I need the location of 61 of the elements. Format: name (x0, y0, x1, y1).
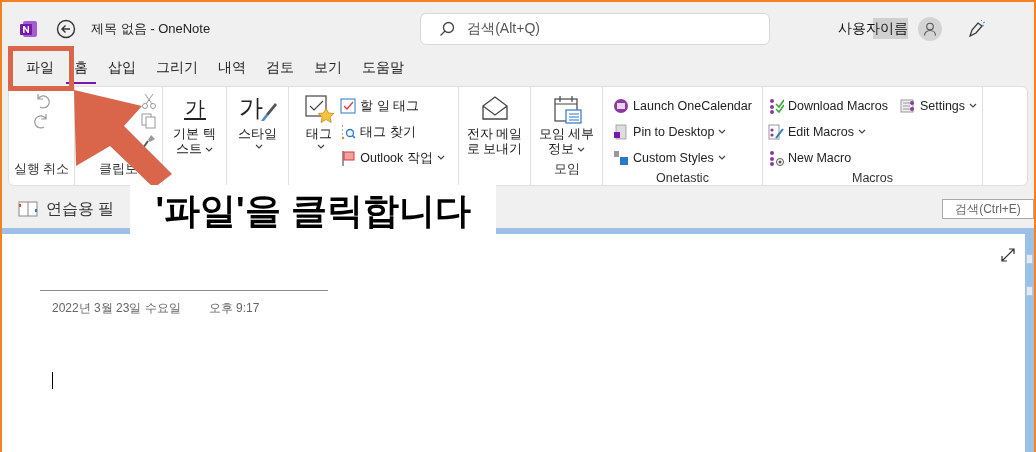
settings-list-icon (899, 98, 916, 114)
ribbon-tab[interactable]: 파일 (18, 55, 62, 84)
ribbon-button[interactable]: 가 스타일 (236, 91, 279, 150)
page-time: 오후 9:17 (208, 300, 260, 317)
ribbon-button[interactable]: Download Macros (767, 95, 890, 117)
ribbon-tab[interactable]: 삽입 (100, 55, 144, 84)
window-title: 제목 없음 - OneNote (91, 19, 211, 38)
ribbon-button[interactable]: 태그 (302, 91, 337, 150)
onenote-logo-icon (20, 19, 38, 38)
ribbon-button[interactable]: 가 기본 텍스트 (169, 91, 220, 157)
redo-button[interactable] (33, 113, 50, 129)
instruction-caption: '파일'을 클릭합니다 (130, 185, 496, 237)
ribbon-button[interactable]: New Macro (767, 147, 890, 169)
group-label: Macros (852, 170, 893, 187)
section-tab[interactable]: 연습용 필 (46, 197, 115, 221)
ribbon-button[interactable]: 할 일 태그 (340, 95, 445, 117)
ribbon-tab[interactable]: 검토 (258, 55, 302, 84)
ribbon-tab[interactable]: 홈 (66, 55, 96, 84)
macro-edit-icon (767, 124, 784, 140)
search-placeholder: 검색(Alt+Q) (467, 19, 540, 38)
notebook-icon[interactable] (18, 201, 38, 217)
ribbon-tab[interactable]: 그리기 (148, 55, 206, 84)
cut-button[interactable] (140, 93, 157, 109)
ribbon-tab[interactable]: 도움말 (354, 55, 412, 84)
ribbon-tab[interactable]: 보기 (306, 55, 350, 84)
ribbon-button[interactable]: Custom Styles (613, 147, 752, 169)
group-label: Onetastic (656, 170, 709, 187)
ribbon-button[interactable]: Outlook 작업 (340, 147, 445, 169)
page-date: 2022년 3월 23일 수요일 (52, 300, 181, 317)
search-icon (439, 20, 456, 37)
macro-check-icon (767, 98, 784, 114)
style-icon (613, 150, 630, 166)
ribbon-button[interactable]: 태그 찾기 (340, 121, 445, 143)
ribbon-button[interactable]: 전자 메일로 보내기 (464, 91, 525, 157)
macro-new-icon (767, 150, 784, 166)
ribbon-button[interactable]: 모임 세부 정보 (533, 91, 600, 157)
text-cursor (52, 372, 53, 389)
search-field[interactable]: 검색(Alt+Q) (420, 12, 771, 45)
pin-page-icon (613, 124, 630, 140)
page-search-field[interactable]: 검색(Ctrl+E) (942, 199, 1034, 219)
user-name: 사용자이름 (838, 18, 909, 39)
pen-icon[interactable] (967, 19, 986, 38)
ribbon-tab[interactable]: 내역 (210, 55, 254, 84)
checkbox-star-icon (304, 94, 335, 124)
scrollbar[interactable] (1025, 234, 1034, 452)
calendar-circle-icon (613, 98, 630, 114)
magnifier-icon (340, 124, 357, 140)
checkbox-icon (340, 98, 357, 114)
ribbon-button[interactable]: Settings (899, 95, 978, 117)
person-icon (923, 21, 938, 36)
expand-icon[interactable] (1001, 248, 1015, 262)
group-label: 실행 취소 (13, 161, 70, 179)
highlight-frame (8, 46, 74, 91)
group-label: 모임 (553, 161, 580, 179)
ribbon-button[interactable]: Pin to Desktop (613, 121, 752, 143)
ribbon-button[interactable]: Edit Macros (767, 121, 890, 143)
avatar-button[interactable] (918, 16, 943, 41)
back-button[interactable] (56, 18, 76, 39)
flag-icon (340, 150, 357, 166)
ribbon-button[interactable]: Launch OneCalendar (613, 95, 752, 117)
calendar-list-icon (551, 94, 582, 124)
